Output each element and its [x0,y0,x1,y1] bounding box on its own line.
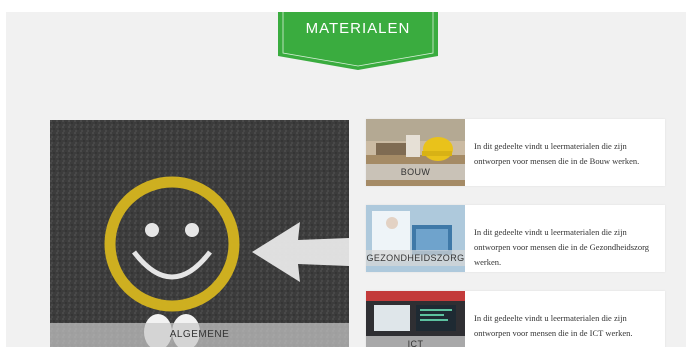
ict-thumbnail: ICT [366,291,465,347]
smiley-asphalt-image [50,120,349,347]
category-card-gezondheidszorg[interactable]: GEZONDHEIDSZORG In dit gedeelte vindt u … [366,205,665,272]
category-card-algemene[interactable]: ALGEMENE [50,120,349,347]
bouw-thumbnail: BOUW [366,119,465,186]
category-description-gezondheidszorg: In dit gedeelte vindt u leermaterialen d… [474,227,649,267]
section-title: MATERIALEN [305,20,411,37]
category-label-algemene: ALGEMENE [50,323,349,347]
category-label-gezondheidszorg: GEZONDHEIDSZORG [366,250,465,266]
category-description-bouw: In dit gedeelte vindt u leermaterialen d… [474,141,640,166]
category-description-ict: In dit gedeelte vindt u leermaterialen d… [474,313,633,338]
category-label-bouw: BOUW [366,164,465,180]
gezondheidszorg-thumbnail: GEZONDHEIDSZORG [366,205,465,272]
materials-section: MATERIALEN ALGEMENE BOUW In dit gedeelte… [6,12,686,347]
category-card-bouw[interactable]: BOUW In dit gedeelte vindt u leermateria… [366,119,665,186]
category-label-ict: ICT [366,336,465,347]
category-card-ict[interactable]: ICT In dit gedeelte vindt u leermaterial… [366,291,665,347]
section-banner: MATERIALEN [278,12,438,70]
